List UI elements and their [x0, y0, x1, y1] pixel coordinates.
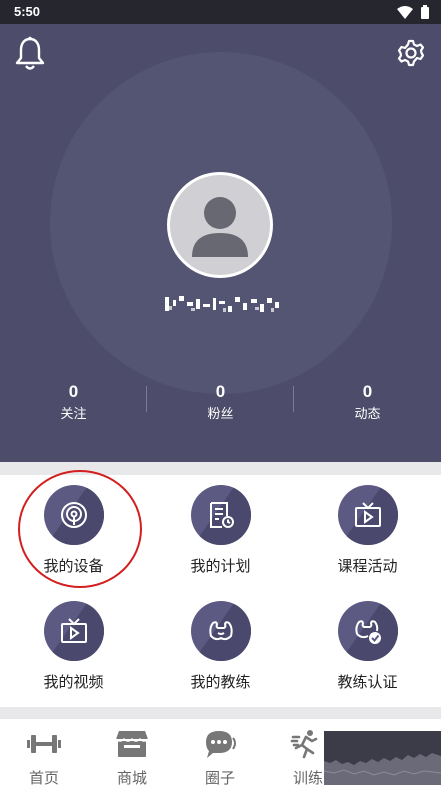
- avatar[interactable]: [167, 172, 273, 278]
- avatar-placeholder: [170, 175, 270, 275]
- nav-item-home[interactable]: 首页: [0, 719, 88, 785]
- nav-item-store[interactable]: 商城: [88, 719, 176, 785]
- wifi-icon: [397, 5, 413, 19]
- video-tv-icon: [44, 601, 104, 661]
- stat-label: 关注: [60, 407, 87, 422]
- menu-item-my-plan[interactable]: 我的计划: [147, 475, 294, 591]
- annotation-circle: [18, 470, 142, 588]
- stats-row: 0 关注 0 粉丝 0 动态: [0, 382, 441, 424]
- status-bar: 5:50: [0, 0, 441, 24]
- overlay-thumbnail: [324, 731, 441, 785]
- menu-label: 我的计划: [190, 557, 251, 575]
- nav-label: 首页: [28, 769, 59, 785]
- nav-label: 圈子: [204, 769, 235, 785]
- stat-label: 动态: [354, 407, 381, 422]
- gear-icon[interactable]: [397, 39, 425, 67]
- stat-value: 0: [362, 382, 373, 401]
- coach-certify-icon: [338, 601, 398, 661]
- bell-icon[interactable]: [14, 36, 46, 72]
- store-icon: [115, 731, 149, 757]
- menu-label: 教练认证: [337, 673, 398, 691]
- stat-posts[interactable]: 0 动态: [294, 382, 441, 424]
- menu-item-course-activities[interactable]: 课程活动: [294, 475, 441, 591]
- stat-value: 0: [68, 382, 79, 401]
- section-divider: [0, 707, 441, 719]
- battery-icon: [421, 5, 429, 19]
- course-tv-icon: [338, 485, 398, 545]
- user-silhouette-icon: [192, 197, 248, 257]
- stat-following[interactable]: 0 关注: [0, 382, 147, 424]
- coach-muscle-icon: [191, 601, 251, 661]
- profile-header: 0 关注 0 粉丝 0 动态: [0, 24, 441, 462]
- stat-divider: [146, 386, 147, 412]
- stat-divider: [293, 386, 294, 412]
- dumbbell-icon: [27, 735, 61, 753]
- running-icon: [290, 730, 318, 759]
- stat-value: 0: [215, 382, 226, 401]
- menu-label: 我的教练: [190, 673, 251, 691]
- chat-bubble-icon: [206, 731, 236, 758]
- menu-label: 我的视频: [43, 673, 104, 691]
- status-icons: [397, 5, 429, 19]
- menu-item-coach-certification[interactable]: 教练认证: [294, 591, 441, 707]
- menu-item-my-videos[interactable]: 我的视频: [0, 591, 147, 707]
- menu-label: 课程活动: [337, 557, 398, 575]
- stat-fans[interactable]: 0 粉丝: [147, 382, 294, 424]
- status-time: 5:50: [14, 4, 41, 19]
- nickname-redacted: [165, 296, 279, 312]
- nav-item-community[interactable]: 圈子: [176, 719, 264, 785]
- nav-label: 商城: [116, 769, 147, 785]
- stat-label: 粉丝: [207, 407, 234, 422]
- plan-document-icon: [191, 485, 251, 545]
- menu-item-my-coach[interactable]: 我的教练: [147, 591, 294, 707]
- chart-thumbnail-image: [324, 753, 441, 785]
